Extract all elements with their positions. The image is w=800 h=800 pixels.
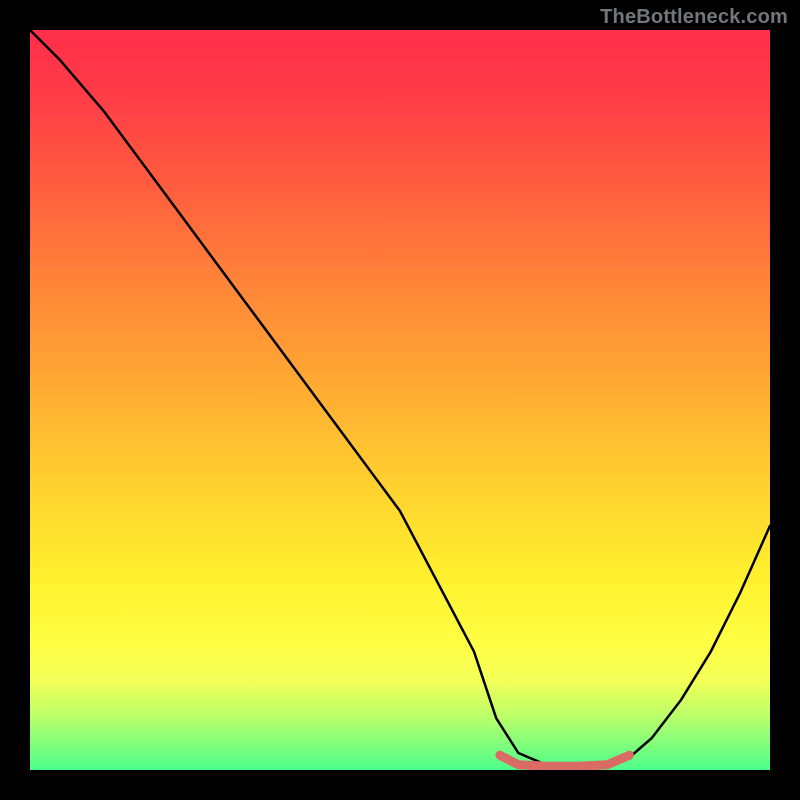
- attribution-text: TheBottleneck.com: [600, 6, 788, 29]
- plot-area: [30, 30, 770, 770]
- highlight-path: [500, 755, 630, 766]
- chart-frame: TheBottleneck.com: [0, 0, 800, 800]
- chart-svg: [30, 30, 770, 770]
- curve-path: [30, 30, 770, 767]
